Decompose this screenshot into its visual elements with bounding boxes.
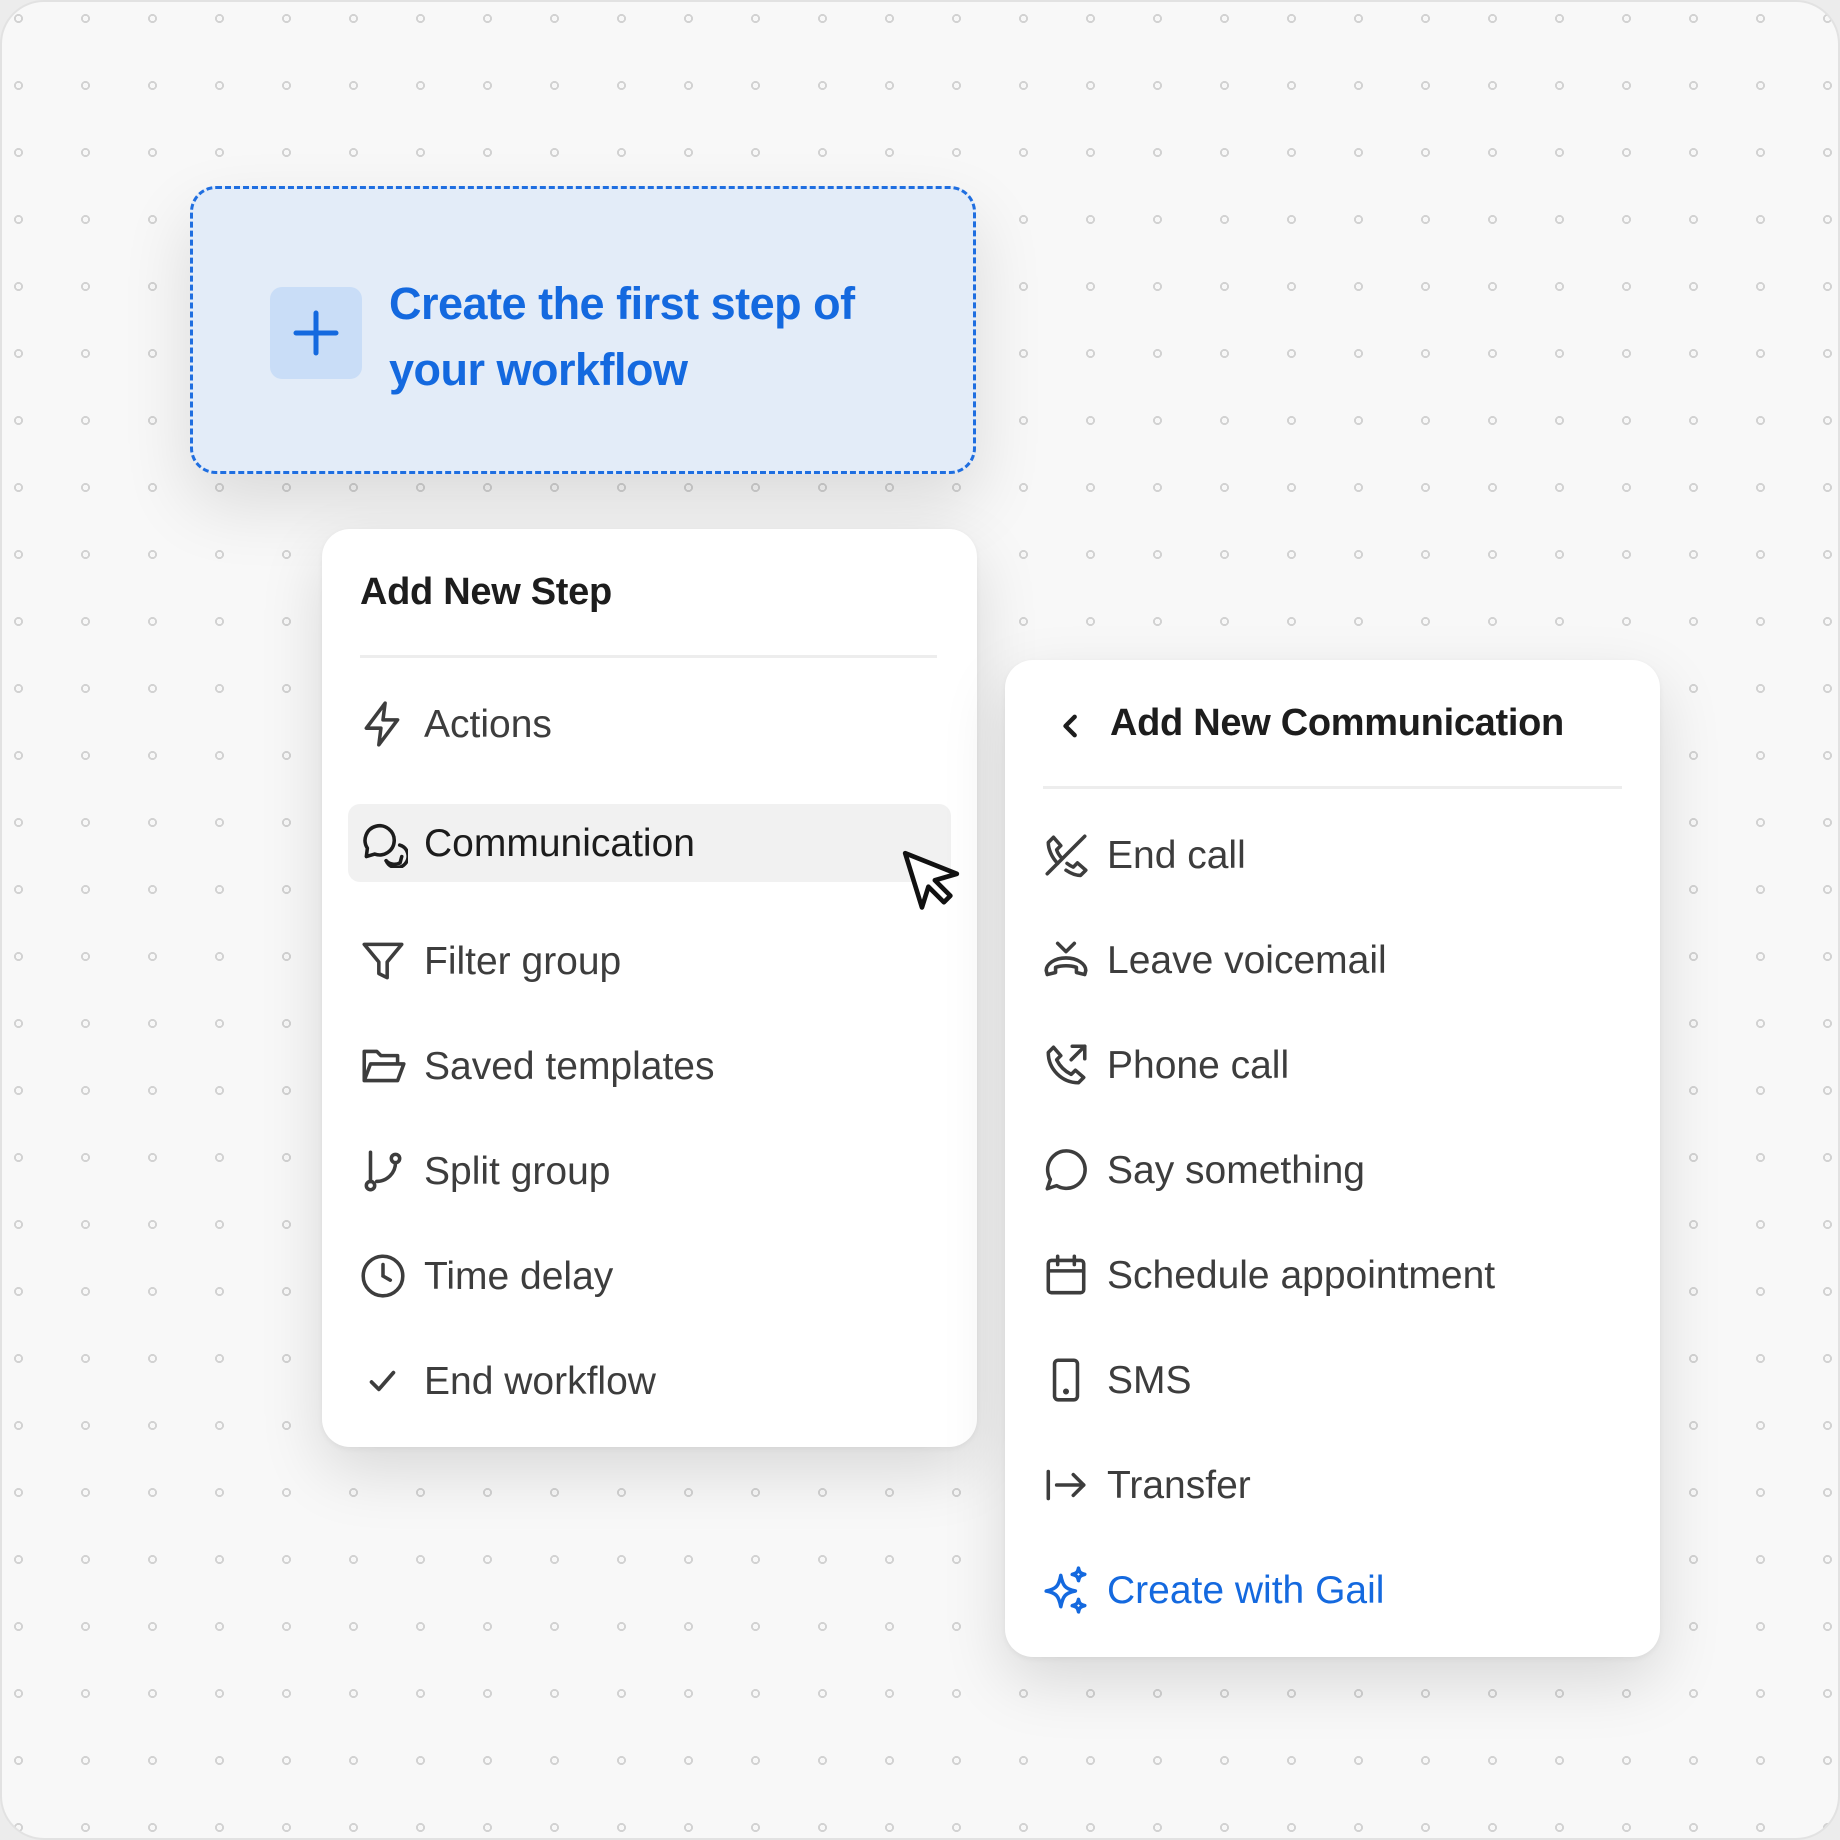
menu-item-phone-call[interactable]: Phone call bbox=[1031, 1026, 1634, 1104]
menu-item-say-something[interactable]: Say something bbox=[1031, 1131, 1634, 1209]
plus-icon-box bbox=[270, 287, 362, 379]
calendar-icon bbox=[1046, 1254, 1086, 1295]
menu-divider bbox=[1043, 786, 1622, 789]
folder-icon bbox=[362, 1049, 406, 1083]
menu-item-label: Transfer bbox=[1107, 1464, 1251, 1507]
menu-item-communication[interactable]: Communication bbox=[348, 804, 951, 882]
menu-item-leave-voicemail[interactable]: Leave voicemail bbox=[1031, 921, 1634, 999]
filter-icon bbox=[362, 942, 404, 980]
menu-item-create-with-gail[interactable]: Create with Gail bbox=[1031, 1551, 1634, 1629]
menu-item-end-call[interactable]: End call bbox=[1031, 816, 1634, 894]
menu-item-transfer[interactable]: Transfer bbox=[1031, 1446, 1634, 1524]
menu-item-schedule-appointment[interactable]: Schedule appointment bbox=[1031, 1236, 1634, 1314]
menu-item-label: Time delay bbox=[424, 1255, 614, 1298]
plus-icon bbox=[293, 310, 339, 356]
chevron-left-icon[interactable] bbox=[1049, 704, 1093, 748]
message-circle-icon bbox=[1045, 1149, 1087, 1191]
menu-item-label: Saved templates bbox=[424, 1045, 715, 1088]
git-branch-icon bbox=[364, 1150, 402, 1192]
menu-item-label: Schedule appointment bbox=[1107, 1254, 1496, 1297]
menu-item-saved-templates[interactable]: Saved templates bbox=[348, 1027, 951, 1105]
menu-item-label: End call bbox=[1107, 834, 1246, 877]
menu-item-label: Create with Gail bbox=[1107, 1569, 1385, 1612]
menu-item-sms[interactable]: SMS bbox=[1031, 1341, 1634, 1419]
menu-item-label: Split group bbox=[424, 1150, 611, 1193]
menu-item-label: SMS bbox=[1107, 1359, 1192, 1402]
lightning-icon bbox=[364, 701, 400, 747]
mouse-pointer-icon bbox=[902, 850, 960, 910]
create-first-step-button[interactable]: Create the first step of your workflow bbox=[190, 186, 976, 474]
phone-off-icon bbox=[1045, 834, 1088, 878]
menu-item-label: End workflow bbox=[424, 1360, 656, 1403]
menu-item-label: Actions bbox=[424, 703, 552, 746]
menu-item-time-delay[interactable]: Time delay bbox=[348, 1237, 951, 1315]
clock-icon bbox=[361, 1254, 405, 1298]
smartphone-icon bbox=[1052, 1358, 1080, 1402]
menu-item-end-workflow[interactable]: End workflow bbox=[348, 1342, 951, 1420]
phone-outgoing-icon bbox=[1046, 1044, 1087, 1085]
first-step-label: Create the first step of your workflow bbox=[389, 278, 855, 395]
menu-item-actions[interactable]: Actions bbox=[348, 685, 951, 763]
menu-item-split-group[interactable]: Split group bbox=[348, 1132, 951, 1210]
chat-bubbles-icon bbox=[363, 823, 408, 868]
add-new-communication-menu: Add New Communication End call Leave voi… bbox=[1005, 660, 1660, 1657]
add-new-step-menu: Add New Step Actions Communication Filte… bbox=[322, 529, 977, 1447]
workflow-canvas: Create the first step of your workflow A… bbox=[0, 0, 1840, 1840]
menu-item-label: Filter group bbox=[424, 940, 622, 983]
menu-item-label: Communication bbox=[424, 822, 695, 865]
arrow-right-to-line-icon bbox=[1046, 1469, 1086, 1501]
menu-item-filter-group[interactable]: Filter group bbox=[348, 922, 951, 1000]
menu-item-label: Leave voicemail bbox=[1107, 939, 1387, 982]
menu-divider bbox=[360, 655, 937, 658]
check-icon bbox=[369, 1370, 396, 1392]
phone-hangup-icon bbox=[1044, 941, 1088, 977]
menu-title: Add New Communication bbox=[1110, 702, 1564, 744]
menu-item-label: Say something bbox=[1107, 1149, 1365, 1192]
sparkles-icon bbox=[1044, 1566, 1087, 1614]
menu-item-label: Phone call bbox=[1107, 1044, 1290, 1087]
menu-title: Add New Step bbox=[360, 571, 612, 613]
